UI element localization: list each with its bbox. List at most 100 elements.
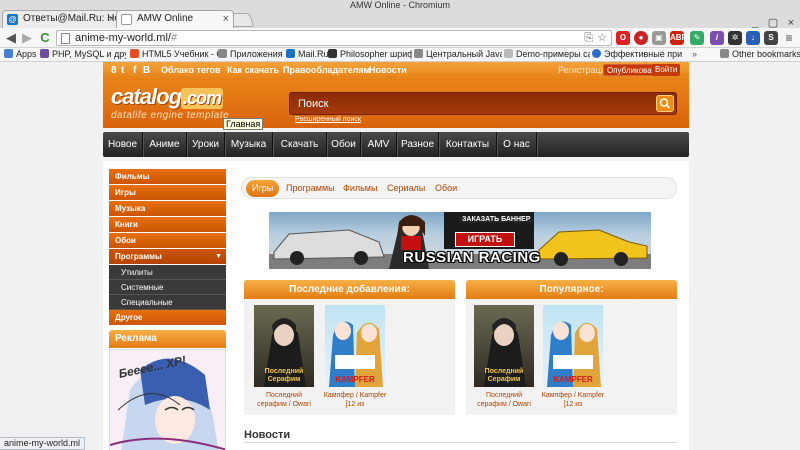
link-how-to-download[interactable]: Как скачать: [227, 65, 279, 75]
banner-play-button[interactable]: ИГРАТЬ: [455, 232, 515, 247]
status-bar: anime-my-world.ml: [0, 437, 86, 450]
ad-banner[interactable]: Бееее... XP!: [109, 349, 226, 450]
cover-image[interactable]: KAMPFER: [325, 305, 385, 387]
bookmarks-overflow-icon[interactable]: »: [692, 48, 697, 61]
sidebar-item-films[interactable]: Фильмы: [109, 169, 226, 184]
settings-ext-icon[interactable]: ✲: [728, 31, 742, 45]
sidebar-subitem-system[interactable]: Системные: [109, 280, 226, 295]
link-news[interactable]: Новости: [369, 65, 407, 75]
media-card[interactable]: Последний Серафим Последний серафим / Ow…: [251, 305, 317, 409]
grey-ext-icon[interactable]: ▣: [652, 31, 666, 45]
card-title[interactable]: Кампфер / Kampfer [12 из: [322, 391, 388, 409]
search-input[interactable]: [292, 94, 648, 113]
advanced-search-link[interactable]: Расширенный поиск: [295, 116, 361, 123]
cover-image[interactable]: Последний Серафим: [474, 305, 534, 387]
link-copyright-holders[interactable]: Правообладателям: [283, 65, 370, 75]
tab-label: AMW Online: [137, 13, 194, 24]
bookmark-philosopher[interactable]: Philosopher шрифт: [328, 48, 412, 61]
folder-icon: [720, 49, 729, 58]
menu-icon[interactable]: ≡: [782, 31, 796, 45]
nav-new[interactable]: Новое: [103, 132, 143, 157]
nav-contacts[interactable]: Контакты: [439, 132, 497, 157]
opera-ext-icon[interactable]: O: [616, 31, 630, 45]
sidebar-item-books[interactable]: Книги: [109, 217, 226, 232]
sidebar-item-wallpapers[interactable]: Обои: [109, 233, 226, 248]
tab-games[interactable]: Игры: [246, 180, 280, 197]
eyedropper-icon[interactable]: ✎: [690, 31, 704, 45]
home-tooltip: Главная: [223, 118, 264, 130]
media-card[interactable]: Последний Серафим Последний серафим / Ow…: [471, 305, 537, 409]
bookmark-apps-folder[interactable]: Приложения: [218, 48, 286, 61]
bookmark-html5[interactable]: HTML5 Учебник - С: [130, 48, 218, 61]
card-title[interactable]: Последний серафим / Owari: [251, 391, 317, 409]
nav-amv[interactable]: AMV: [361, 132, 397, 157]
bookmark-apps[interactable]: Apps: [4, 48, 40, 61]
facebook-icon[interactable]: f: [133, 65, 136, 76]
link-tag-cloud[interactable]: Облако тегов: [161, 65, 221, 75]
tab-films[interactable]: Фильмы: [337, 180, 383, 197]
address-url[interactable]: anime-my-world.ml/#: [75, 31, 177, 45]
translate-icon[interactable]: ⎘: [584, 32, 593, 45]
sidebar-item-programs[interactable]: Программы ▼: [109, 249, 226, 264]
cover-image[interactable]: Последний Серафим: [254, 305, 314, 387]
close-icon[interactable]: ×: [223, 11, 229, 27]
sidebar-item-other[interactable]: Другое: [109, 310, 226, 325]
bookmark-star-icon[interactable]: ☆: [597, 32, 607, 45]
doc-icon: [504, 49, 513, 58]
media-card[interactable]: KAMPFER Кампфер / Kampfer [12 из: [540, 305, 606, 409]
reload-icon[interactable]: C: [38, 31, 52, 45]
browser-toolbar: ◀ ▶ C anime-my-world.ml/# ⎘ ☆ O ● ▣ ABP …: [0, 28, 800, 48]
other-bookmarks[interactable]: Other bookmarks: [720, 48, 800, 61]
tab-programs[interactable]: Программы: [280, 180, 341, 197]
download-ext-icon[interactable]: ↓: [746, 31, 760, 45]
mail-icon: @: [7, 14, 18, 25]
banner-order-label: ЗАКАЗАТЬ БАННЕР: [459, 216, 534, 223]
red-ext-icon[interactable]: ●: [634, 31, 648, 45]
page-info-icon[interactable]: [61, 33, 70, 44]
tab-label: Ответы@Mail.Ru: Не о: [23, 13, 120, 24]
tab-mail[interactable]: @ Ответы@Mail.Ru: Не о ×: [2, 10, 120, 28]
wiki-icon: [592, 49, 601, 58]
main-nav: Новое Аниме Уроки Музыка Скачать Обои AM…: [103, 132, 689, 157]
site-logo[interactable]: catalog .com: [111, 84, 224, 110]
tab-series[interactable]: Сериалы: [381, 180, 431, 197]
nav-music[interactable]: Музыка: [225, 132, 273, 157]
sidebar-subitem-special[interactable]: Специальные: [109, 295, 226, 310]
bookmark-effective[interactable]: Эффективные при: [592, 48, 684, 61]
bookmark-java[interactable]: Центральный Java: [414, 48, 502, 61]
nav-wallpapers[interactable]: Обои: [327, 132, 361, 157]
nav-download[interactable]: Скачать: [273, 132, 327, 157]
odnoklassniki-icon[interactable]: 8: [111, 65, 117, 76]
tab-amw-online[interactable]: AMW Online ×: [116, 10, 234, 28]
sidebar-item-games[interactable]: Игры: [109, 185, 226, 200]
nav-anime[interactable]: Аниме: [143, 132, 187, 157]
sidebar-subitem-utilities[interactable]: Утилиты: [109, 265, 226, 280]
address-bar[interactable]: anime-my-world.ml/# ⎘ ☆: [56, 30, 612, 46]
s-ext-icon[interactable]: S: [764, 31, 778, 45]
nav-about[interactable]: О нас: [497, 132, 537, 157]
nav-misc[interactable]: Разное: [397, 132, 439, 157]
login-button[interactable]: Войти: [652, 64, 681, 76]
tab-wallpapers[interactable]: Обои: [429, 180, 463, 197]
sidebar: Фильмы Игры Музыка Книги Обои Программы ▼…: [109, 169, 226, 326]
card-title[interactable]: Последний серафим / Owari: [471, 391, 537, 409]
ad-banner-racing[interactable]: ЗАКАЗАТЬ БАННЕР ИГРАТЬ RUSSIAN RACING: [269, 212, 651, 269]
pen-ext-icon[interactable]: /: [710, 31, 724, 45]
media-card[interactable]: KAMPFER Кампфер / Kampfer [12 из: [322, 305, 388, 409]
sidebar-item-music[interactable]: Музыка: [109, 201, 226, 216]
back-icon[interactable]: ◀: [4, 31, 18, 45]
adblock-icon[interactable]: ABP: [670, 31, 687, 45]
bookmark-demo[interactable]: Demo-примеры са: [504, 48, 590, 61]
category-tabs: Игры Программы Фильмы Сериалы Обои: [241, 177, 677, 199]
vk-icon[interactable]: B: [143, 65, 150, 76]
nav-lessons[interactable]: Уроки: [187, 132, 225, 157]
font-icon: [328, 49, 337, 58]
bookmark-php[interactable]: PHP, MySQL и друг: [40, 48, 126, 61]
close-icon[interactable]: ×: [109, 11, 115, 27]
card-title[interactable]: Кампфер / Kampfer [12 из: [540, 391, 606, 409]
cover-image[interactable]: KAMPFER: [543, 305, 603, 387]
search-button[interactable]: [656, 95, 674, 112]
folder-icon: [414, 49, 423, 58]
twitter-icon[interactable]: t: [121, 65, 124, 76]
forward-icon[interactable]: ▶: [20, 31, 34, 45]
